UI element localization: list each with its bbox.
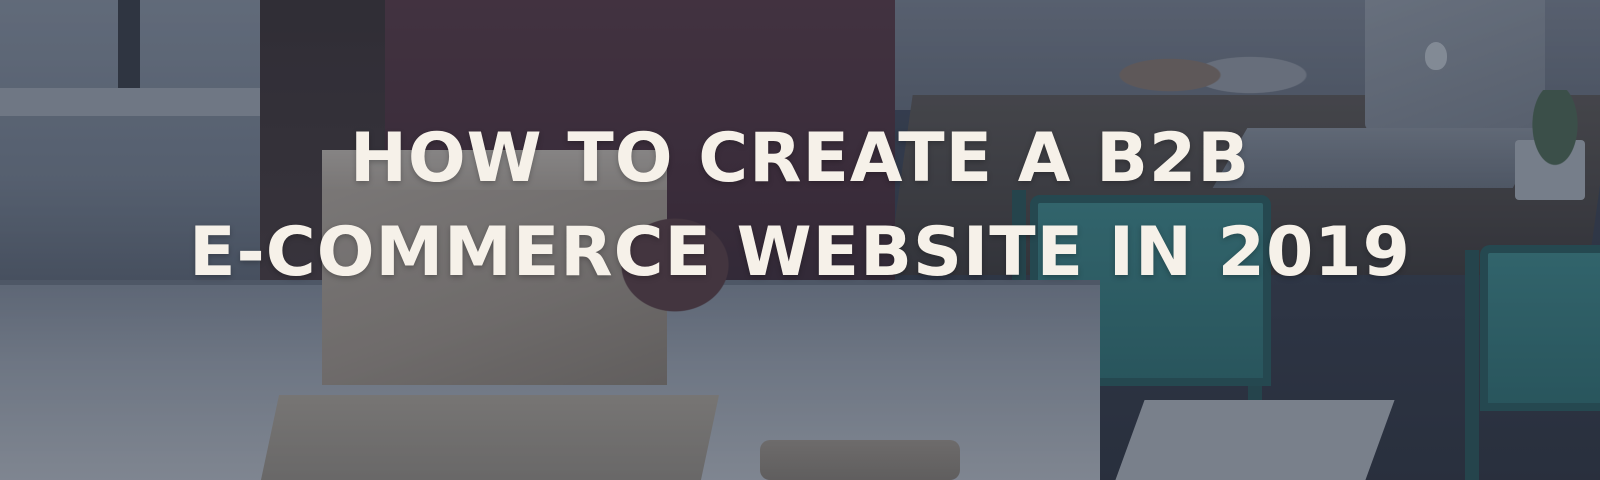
hero-title-line-2: E-COMMERCE WEBSITE IN 2019 — [189, 213, 1411, 292]
hero-title: HOW TO CREATE A B2B E-COMMERCE WEBSITE I… — [0, 112, 1600, 300]
hero-title-line-1: HOW TO CREATE A B2B — [349, 119, 1251, 198]
hero-banner: HOW TO CREATE A B2B E-COMMERCE WEBSITE I… — [0, 0, 1600, 480]
